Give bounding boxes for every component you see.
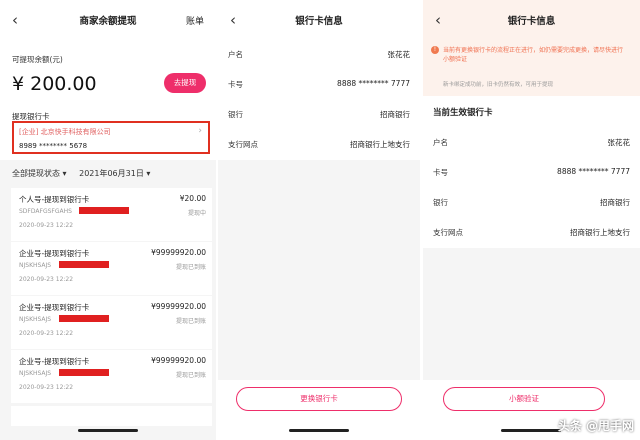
row-key: 卡号	[228, 80, 243, 89]
record-amount: ¥99999920.00	[151, 248, 206, 257]
bank-card-info-screen: ‹ 银行卡信息 户名 张花花 卡号 8888 ******** 7777 银行 招商银…	[218, 0, 420, 440]
redaction-bar	[79, 207, 129, 214]
notice-subtext: 新卡绑定成功前，旧卡仍然有效，可用于提现	[443, 82, 554, 88]
row-value: 招商银行	[600, 198, 630, 207]
record-date: 2020-09-23 12:22	[19, 222, 74, 229]
record-amount: ¥20.00	[179, 194, 206, 203]
notice-banner: ! 当前有更换银行卡的流程正在进行，如仍需要完成更换，请尽快进行小额验证 新卡绑…	[423, 40, 640, 96]
section-header: 当前生效银行卡	[423, 96, 640, 128]
redaction-bar	[59, 315, 109, 322]
record-status: 提现中	[187, 210, 206, 217]
row-value: 张花花	[607, 138, 631, 147]
chevron-right-icon: ›	[198, 126, 202, 136]
top-bar: ‹ 银行卡信息	[423, 0, 640, 40]
home-indicator	[501, 429, 561, 432]
info-icon: !	[431, 46, 439, 54]
record-status: 提现已到账	[175, 318, 206, 325]
row-key: 银行	[228, 110, 243, 119]
record-date: 2020-09-23 12:22	[19, 384, 74, 391]
top-bar: ‹ 银行卡信息	[218, 0, 420, 40]
withdraw-button[interactable]: 去提现	[164, 73, 206, 93]
page-title: 银行卡信息	[507, 16, 556, 27]
record-amount: ¥99999920.00	[151, 302, 206, 311]
status-filter[interactable]: 全部提现状态 ▾	[12, 169, 67, 178]
bank-account-name: [企业] 北京快手科技有限公司	[19, 128, 111, 136]
row-value: 招商银行上地支行	[350, 140, 410, 149]
row-key: 户名	[433, 138, 448, 147]
row-key: 支行网点	[228, 140, 258, 149]
page-title: 商家余额提现	[79, 16, 137, 27]
change-card-button[interactable]: 更换银行卡	[236, 387, 402, 411]
bank-card-number: 8989 ******** 5678	[19, 142, 88, 150]
row-key: 卡号	[433, 168, 448, 177]
info-row-name: 户名 张花花	[218, 40, 420, 70]
notice-text: 当前有更换银行卡的流程正在进行，如仍需要完成更换，请尽快进行小额验证	[443, 47, 624, 63]
record-date: 2020-09-23 12:22	[19, 276, 74, 283]
list-item[interactable]: 企业号-提现到银行卡 ¥99999920.00 NJSKHSAJS 提现已到账 …	[11, 242, 212, 295]
record-status: 提现已到账	[175, 264, 206, 271]
redaction-bar	[59, 369, 109, 376]
back-icon[interactable]: ‹	[12, 11, 18, 29]
back-icon[interactable]: ‹	[435, 11, 441, 29]
row-key: 户名	[228, 50, 243, 59]
section-title: 当前生效银行卡	[433, 108, 493, 118]
bank-card-pending-screen: ‹ 银行卡信息 ! 当前有更换银行卡的流程正在进行，如仍需要完成更换，请尽快进行…	[423, 0, 640, 440]
home-indicator	[289, 429, 349, 432]
info-row-branch: 支行网点 招商银行上地支行	[423, 218, 640, 248]
info-row-branch: 支行网点 招商银行上地支行	[218, 130, 420, 160]
row-key: 支行网点	[433, 228, 463, 237]
list-item	[11, 406, 212, 426]
record-ref: NJSKHSAJS	[19, 316, 52, 323]
list-item[interactable]: 企业号-提现到银行卡 ¥99999920.00 NJSKHSAJS 提现已到账 …	[11, 350, 212, 403]
record-title: 企业号-提现到银行卡	[19, 357, 90, 366]
info-row-name: 户名 张花花	[423, 128, 640, 158]
top-bar: ‹ 商家余额提现 账单	[0, 0, 216, 40]
row-value: 张花花	[387, 50, 411, 59]
row-value: 8888 ******** 7777	[557, 167, 630, 176]
row-key: 银行	[433, 198, 448, 207]
filter-bar: 全部提现状态 ▾ 2021年06月31日 ▾	[12, 168, 160, 179]
small-verify-button[interactable]: 小额验证	[443, 387, 605, 411]
watermark: 头条 @甩手网	[557, 419, 634, 433]
record-status: 提现已到账	[175, 372, 206, 379]
info-row-card: 卡号 8888 ******** 7777	[423, 158, 640, 188]
record-title: 个人号-提现到银行卡	[19, 195, 90, 204]
balance-withdraw-screen: ‹ 商家余额提现 账单 可提现余额(元) ¥ 200.00 去提现 提现银行卡 …	[0, 0, 216, 440]
record-ref: NJSKHSAJS	[19, 370, 52, 377]
info-row-bank: 银行 招商银行	[218, 100, 420, 130]
date-filter[interactable]: 2021年06月31日 ▾	[79, 169, 150, 178]
row-value: 8888 ******** 7777	[337, 79, 410, 88]
record-title: 企业号-提现到银行卡	[19, 249, 90, 258]
page-title: 银行卡信息	[295, 16, 343, 27]
list-item[interactable]: 企业号-提现到银行卡 ¥99999920.00 NJSKHSAJS 提现已到账 …	[11, 296, 212, 349]
record-amount: ¥99999920.00	[151, 356, 206, 365]
record-date: 2020-09-23 12:22	[19, 330, 74, 337]
back-icon[interactable]: ‹	[230, 11, 236, 29]
balance-amount: ¥ 200.00	[12, 73, 97, 95]
list-item[interactable]: 个人号-提现到银行卡 ¥20.00 SDFDAFGSFGAHS 提现中 2020…	[11, 188, 212, 241]
record-ref: SDFDAFGSFGAHS	[19, 208, 72, 215]
bank-card-selector[interactable]: [企业] 北京快手科技有限公司 8989 ******** 5678 ›	[12, 121, 210, 154]
info-row-bank: 银行 招商银行	[423, 188, 640, 218]
info-row-card: 卡号 8888 ******** 7777	[218, 70, 420, 100]
redaction-bar	[59, 261, 109, 268]
record-ref: NJSKHSAJS	[19, 262, 52, 269]
row-value: 招商银行	[380, 110, 410, 119]
balance-label: 可提现余额(元)	[12, 55, 63, 64]
record-title: 企业号-提现到银行卡	[19, 303, 90, 312]
home-indicator	[78, 429, 138, 432]
bill-link[interactable]: 账单	[186, 14, 204, 27]
row-value: 招商银行上地支行	[570, 228, 630, 237]
